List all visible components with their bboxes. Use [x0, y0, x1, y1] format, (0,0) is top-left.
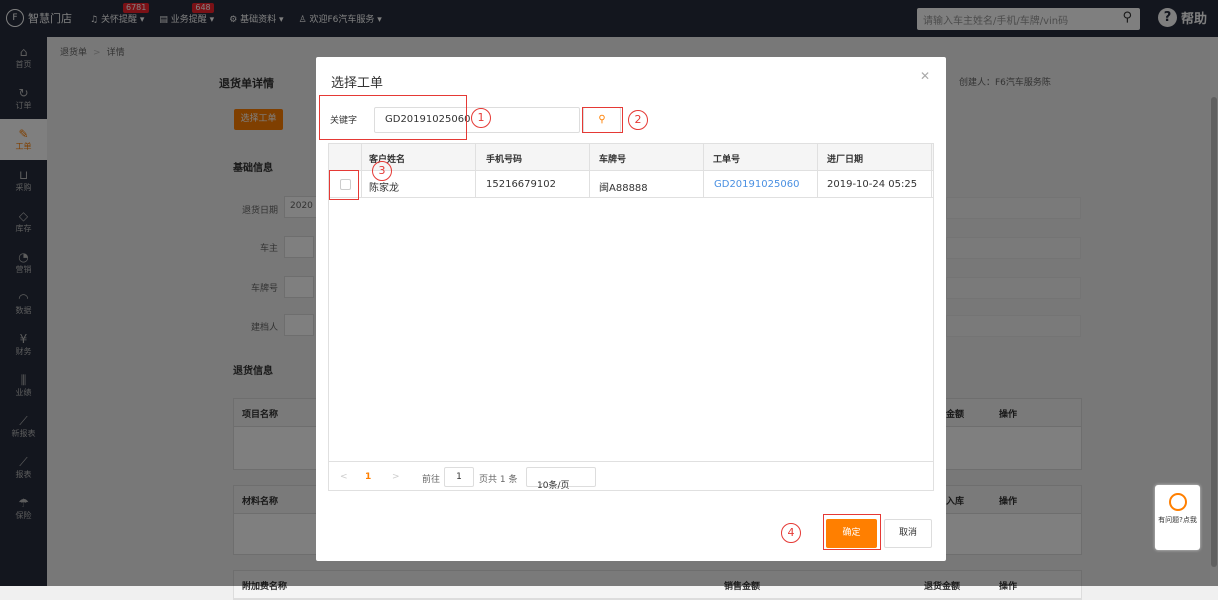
page-number-current[interactable]: 1	[365, 472, 371, 482]
table-row[interactable]: 陈家龙 15216679102 闽A88888 GD20191025060 20…	[329, 171, 933, 198]
next-page-button[interactable]: >	[392, 472, 400, 482]
column-divider	[475, 144, 476, 198]
table-header: 客户姓名 手机号码 车牌号 工单号 进厂日期	[329, 144, 933, 171]
workorder-table: 客户姓名 手机号码 车牌号 工单号 进厂日期 陈家龙 15216679102 闽…	[328, 143, 934, 491]
annotation-number: 2	[628, 110, 648, 130]
cell-phone: 15216679102	[486, 179, 556, 190]
cancel-button[interactable]: 取消	[884, 519, 932, 548]
annotation-box-search	[582, 107, 623, 133]
col-plate: 车牌号	[599, 155, 627, 165]
annotation-box-keyword	[319, 95, 467, 140]
cell-entry-date: 2019-10-24 05:25	[827, 179, 918, 190]
close-icon[interactable]: ✕	[920, 69, 930, 83]
column-divider	[931, 144, 932, 198]
column-divider	[361, 144, 362, 198]
annotation-number: 4	[781, 523, 801, 543]
chevron-down-icon: ⌄	[537, 478, 545, 488]
help-chat-widget[interactable]: 有问题?点我	[1155, 485, 1200, 550]
page-size-select[interactable]: 10条/页 ⌄	[526, 467, 596, 491]
col-entry-date: 进厂日期	[827, 155, 864, 165]
total-count: 页共 1 条	[479, 475, 518, 485]
pagination: < 1 > 前往 1 页共 1 条 10条/页 ⌄	[328, 461, 934, 491]
col-order-no: 工单号	[713, 155, 741, 165]
annotation-box-checkbox	[329, 170, 359, 200]
headset-icon	[1168, 493, 1187, 511]
column-divider	[817, 144, 818, 198]
cell-customer-name: 陈家龙	[369, 183, 399, 194]
select-workorder-dialog: 选择工单 ✕ 关键字 GD20191025060 ⚲ 1 2 客户姓名 手机号码…	[316, 57, 946, 561]
annotation-box-confirm	[823, 514, 881, 550]
cell-order-link[interactable]: GD20191025060	[714, 179, 799, 190]
annotation-number: 3	[372, 161, 392, 181]
dialog-title: 选择工单	[331, 76, 384, 91]
cell-plate: 闽A88888	[599, 183, 648, 194]
column-divider	[703, 144, 704, 198]
annotation-number: 1	[471, 108, 491, 128]
goto-page-input[interactable]: 1	[444, 467, 474, 487]
column-divider	[589, 144, 590, 198]
goto-label: 前往	[422, 475, 441, 485]
prev-page-button[interactable]: <	[340, 472, 348, 482]
col-phone: 手机号码	[486, 155, 523, 165]
